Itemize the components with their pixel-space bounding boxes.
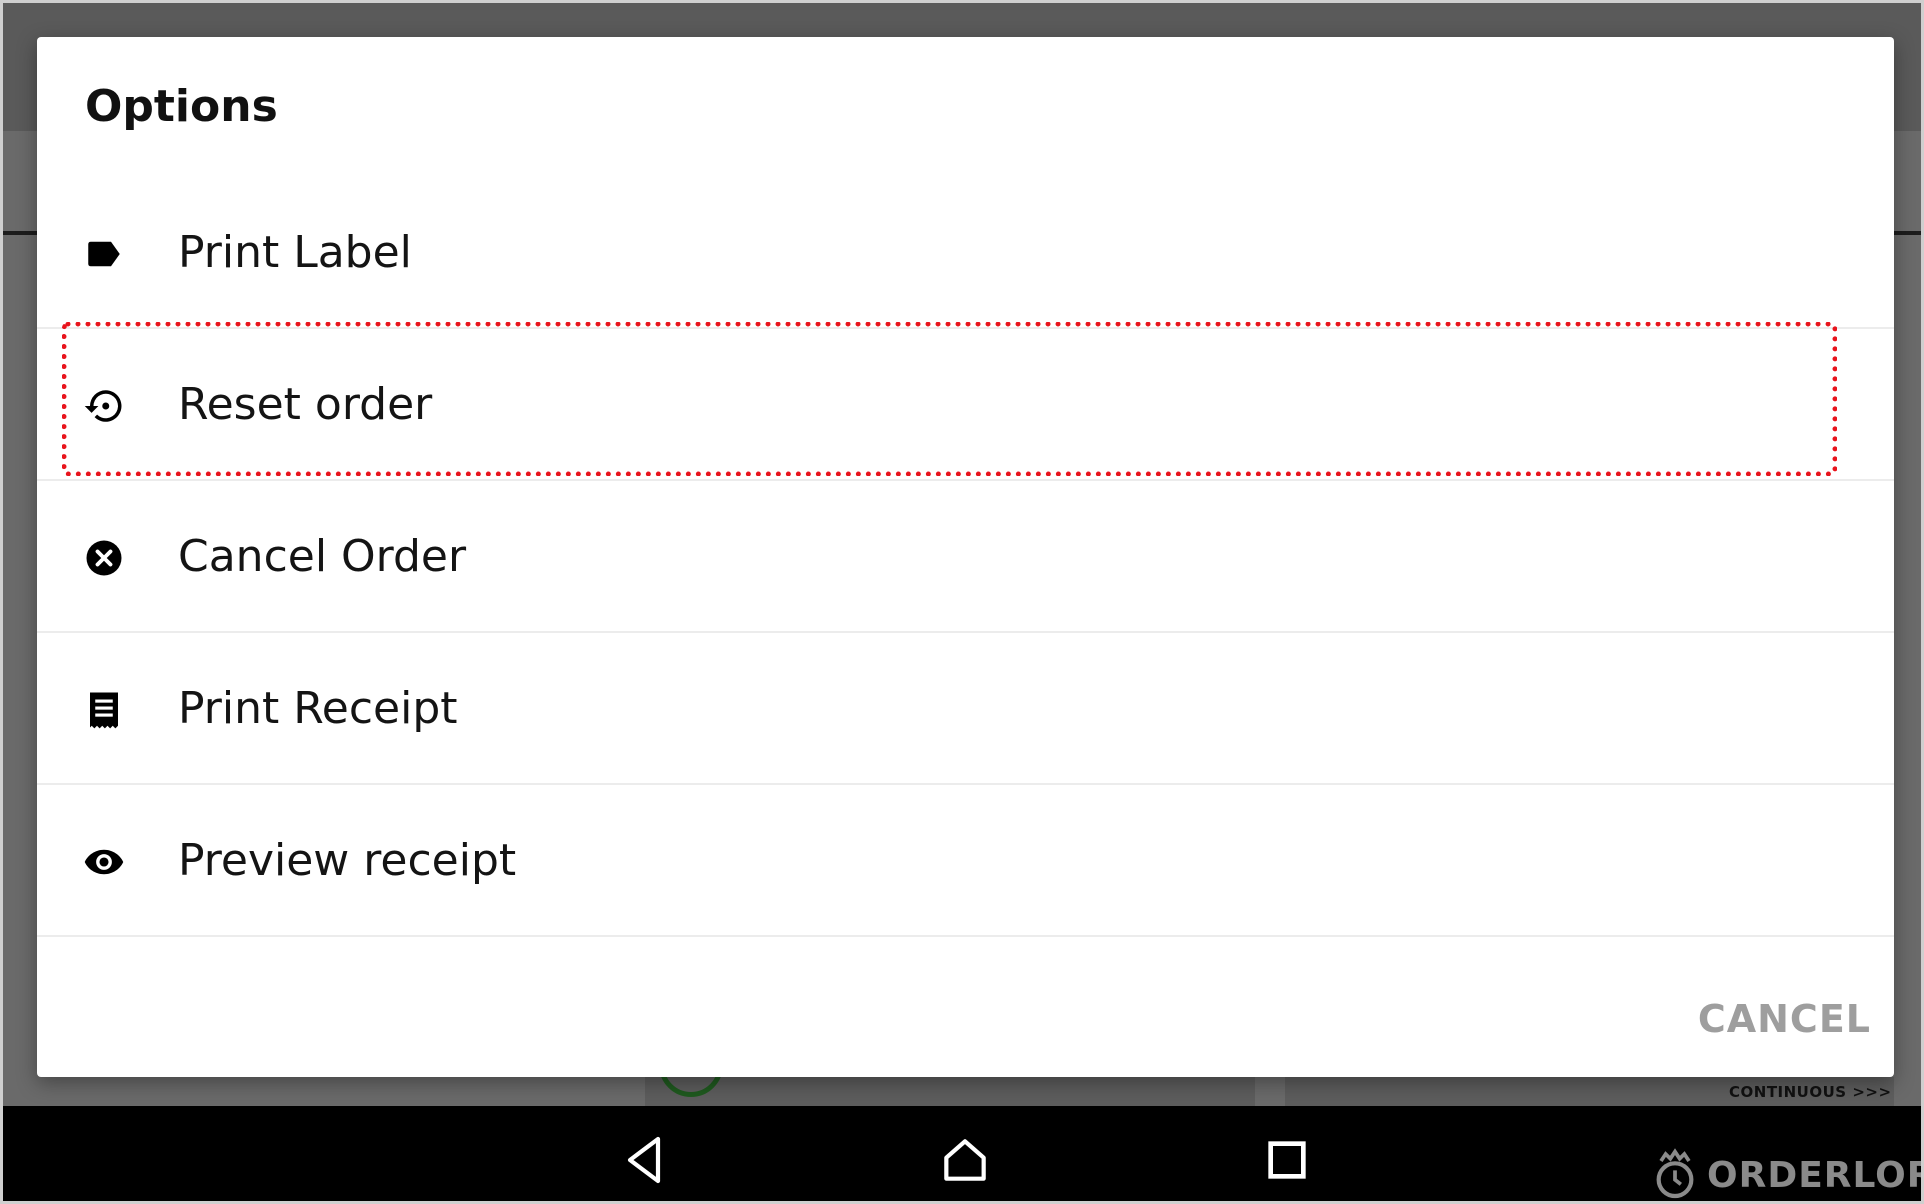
option-label: Print Label	[178, 227, 412, 278]
option-reset-order[interactable]: Reset order	[37, 329, 1894, 481]
crown-clock-icon	[1656, 1148, 1694, 1199]
app-divider-right	[1894, 231, 1921, 235]
dialog-title: Options	[85, 81, 278, 132]
brand-watermark: ORDERLORD	[1647, 1145, 1921, 1201]
recents-icon[interactable]	[1259, 1132, 1315, 1188]
restore-icon	[84, 390, 122, 422]
screen: CONTINUOUS >>> Options Print Label Reset…	[0, 0, 1924, 1204]
android-nav-bar	[3, 1106, 1921, 1201]
option-label: Print Receipt	[178, 683, 458, 734]
eye-icon	[84, 849, 124, 875]
option-label: Reset order	[178, 379, 433, 430]
brand-name: ORDERLORD	[1707, 1154, 1921, 1196]
cancel-circle-icon	[86, 540, 122, 576]
option-cancel-order[interactable]: Cancel Order	[37, 481, 1894, 633]
app-card	[645, 1077, 1255, 1107]
option-print-label[interactable]: Print Label	[37, 177, 1894, 329]
continuous-link[interactable]: CONTINUOUS >>>	[1729, 1083, 1892, 1101]
app-divider-left	[3, 231, 37, 235]
label-icon	[88, 241, 120, 267]
option-print-receipt[interactable]: Print Receipt	[37, 633, 1894, 785]
option-label: Preview receipt	[178, 835, 517, 886]
option-label: Cancel Order	[178, 531, 467, 582]
option-preview-receipt[interactable]: Preview receipt	[37, 785, 1894, 937]
options-dialog: Options Print Label Reset order Cancel O…	[37, 37, 1894, 1077]
home-icon[interactable]	[937, 1132, 993, 1188]
back-icon[interactable]	[616, 1132, 672, 1188]
receipt-icon	[90, 692, 118, 729]
cancel-button[interactable]: CANCEL	[1681, 989, 1871, 1049]
